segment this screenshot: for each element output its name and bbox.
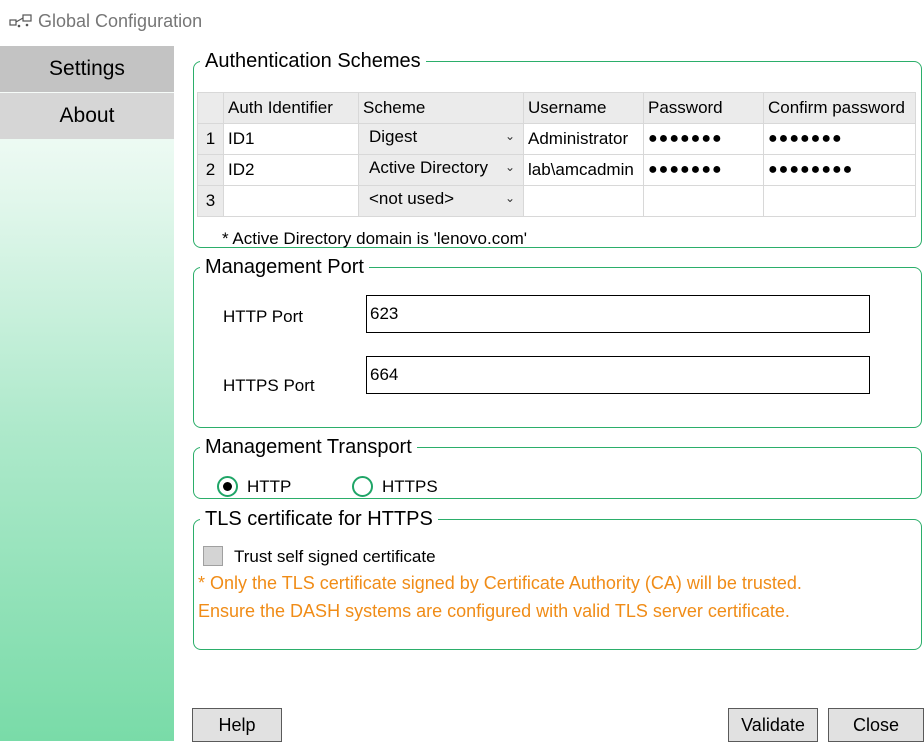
row-number: 1	[197, 123, 224, 155]
app-icon	[9, 14, 32, 28]
password-cell[interactable]: ●●●●●●●	[643, 123, 764, 155]
trust-self-signed-checkbox[interactable]	[203, 546, 223, 566]
close-button[interactable]: Close	[828, 708, 924, 742]
http-radio[interactable]	[217, 476, 238, 497]
auth-schemes-legend: Authentication Schemes	[205, 50, 421, 72]
scheme-dropdown[interactable]: Active Directory ⌄	[358, 154, 524, 186]
sidebar-item-settings[interactable]: Settings	[0, 46, 174, 92]
column-header[interactable]: Auth Identifier	[223, 92, 359, 124]
trust-self-signed-label[interactable]: Trust self signed certificate	[234, 547, 436, 567]
window-title: Global Configuration	[38, 11, 203, 31]
auth-id-cell[interactable]	[223, 185, 359, 217]
validate-button[interactable]: Validate	[728, 708, 818, 742]
auth-id-cell[interactable]: ID2	[223, 154, 359, 186]
help-button[interactable]: Help	[192, 708, 282, 742]
password-cell[interactable]: ●●●●●●●	[643, 154, 764, 186]
scheme-value: Active Directory	[369, 157, 489, 177]
auth-schemes-group: Authentication Schemes Auth Identifier S…	[193, 51, 922, 248]
management-transport-group: Management Transport HTTP HTTPS	[193, 437, 922, 499]
chevron-down-icon: ⌄	[504, 129, 515, 143]
auth-schemes-table: Auth Identifier Scheme Username Password…	[197, 92, 916, 217]
username-cell[interactable]: lab\amcadmin	[523, 154, 644, 186]
auth-id-cell[interactable]: ID1	[223, 123, 359, 155]
sidebar	[0, 44, 174, 741]
management-port-legend: Management Port	[205, 256, 364, 278]
password-cell[interactable]	[643, 185, 764, 217]
https-radio[interactable]	[352, 476, 373, 497]
column-header[interactable]: Scheme	[358, 92, 524, 124]
ad-domain-note: * Active Directory domain is 'lenovo.com…	[222, 229, 528, 248]
tls-warning-line-2: Ensure the DASH systems are configured w…	[198, 601, 790, 621]
https-port-input[interactable]	[366, 356, 870, 394]
username-cell[interactable]	[523, 185, 644, 217]
table-row: 3 <not used> ⌄	[197, 185, 916, 217]
chevron-down-icon: ⌄	[504, 191, 515, 205]
https-port-label: HTTPS Port	[223, 376, 315, 395]
tls-warning-line-1: * Only the TLS certificate signed by Cer…	[198, 573, 802, 593]
title-bar: Global Configuration	[0, 0, 924, 44]
corner-header	[197, 92, 224, 124]
table-row: 1 ID1 Digest ⌄ Administrator ●●●●●●● ●●●●…	[197, 123, 916, 155]
confirm-password-cell[interactable]: ●●●●●●●	[763, 123, 916, 155]
row-number: 2	[197, 154, 224, 186]
scheme-value: <not used>	[369, 188, 455, 208]
tls-certificate-legend: TLS certificate for HTTPS	[205, 508, 433, 530]
https-radio-label[interactable]: HTTPS	[382, 477, 438, 497]
http-radio-label[interactable]: HTTP	[247, 477, 291, 497]
http-port-input[interactable]	[366, 295, 870, 333]
row-number: 3	[197, 185, 224, 217]
username-cell[interactable]: Administrator	[523, 123, 644, 155]
sidebar-item-about[interactable]: About	[0, 93, 174, 139]
tls-certificate-group: TLS certificate for HTTPS Trust self sig…	[193, 509, 922, 650]
column-header[interactable]: Username	[523, 92, 644, 124]
radio-selected-dot	[223, 482, 232, 491]
confirm-password-cell[interactable]: ●●●●●●●●	[763, 154, 916, 186]
management-port-group: Management Port HTTP Port HTTPS Port	[193, 257, 922, 428]
scheme-dropdown[interactable]: Digest ⌄	[358, 123, 524, 155]
management-transport-legend: Management Transport	[205, 436, 412, 458]
chevron-down-icon: ⌄	[504, 160, 515, 174]
table-header-row: Auth Identifier Scheme Username Password…	[197, 92, 916, 124]
column-header[interactable]: Password	[643, 92, 764, 124]
table-row: 2 ID2 Active Directory ⌄ lab\amcadmin ●●●…	[197, 154, 916, 186]
http-port-label: HTTP Port	[223, 307, 303, 326]
scheme-value: Digest	[369, 126, 418, 146]
column-header[interactable]: Confirm password	[763, 92, 916, 124]
confirm-password-cell[interactable]	[763, 185, 916, 217]
scheme-dropdown[interactable]: <not used> ⌄	[358, 185, 524, 217]
